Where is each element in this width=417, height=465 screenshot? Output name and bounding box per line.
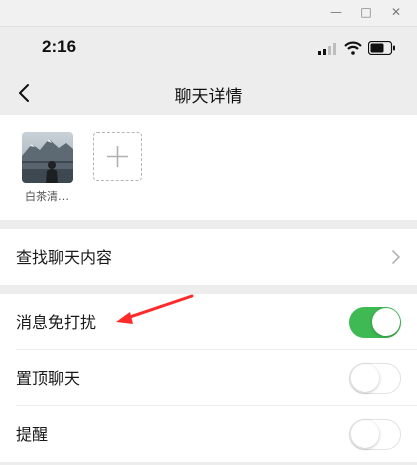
mute-notifications-toggle[interactable] — [349, 307, 401, 338]
minimize-icon[interactable]: — — [326, 3, 346, 21]
navigation-bar: 聊天详情 — [0, 73, 417, 115]
landscape-avatar-image — [22, 132, 73, 183]
reminder-row: 提醒 — [0, 406, 417, 462]
phone-status-bar: 2:16 — [0, 27, 417, 73]
toggle-knob — [351, 420, 379, 448]
pin-chat-label: 置顶聊天 — [16, 369, 81, 388]
members-section: 白茶清… — [0, 115, 417, 220]
chevron-right-icon — [392, 250, 400, 264]
plus-icon — [107, 146, 128, 167]
wifi-icon — [344, 41, 362, 55]
pin-chat-toggle[interactable] — [349, 363, 401, 394]
avatar[interactable] — [22, 132, 73, 183]
reminder-label: 提醒 — [16, 425, 49, 444]
search-chat-label: 查找聊天内容 — [16, 248, 113, 267]
reminder-toggle[interactable] — [349, 419, 401, 450]
maximize-icon[interactable]: □ — [356, 3, 376, 21]
close-icon[interactable]: ✕ — [386, 3, 406, 21]
search-chat-row[interactable]: 查找聊天内容 — [0, 229, 417, 285]
mute-notifications-row: 消息免打扰 — [0, 294, 417, 350]
page-title: 聊天详情 — [174, 87, 243, 107]
window-title-bar: — □ ✕ — [0, 0, 417, 27]
battery-icon — [368, 41, 395, 55]
annotation-arrow-icon — [116, 294, 194, 324]
mute-notifications-label: 消息免打扰 — [16, 313, 97, 332]
toggle-knob — [372, 308, 400, 336]
toggle-knob — [351, 364, 379, 392]
status-time: 2:16 — [42, 37, 77, 56]
pin-chat-row: 置顶聊天 — [0, 350, 417, 406]
member-name: 白茶清… — [25, 190, 69, 203]
signal-icon — [318, 43, 336, 55]
search-section: 查找聊天内容 — [0, 229, 417, 285]
add-member-button[interactable] — [93, 132, 142, 181]
settings-section: 消息免打扰 置顶聊天 提醒 — [0, 294, 417, 462]
